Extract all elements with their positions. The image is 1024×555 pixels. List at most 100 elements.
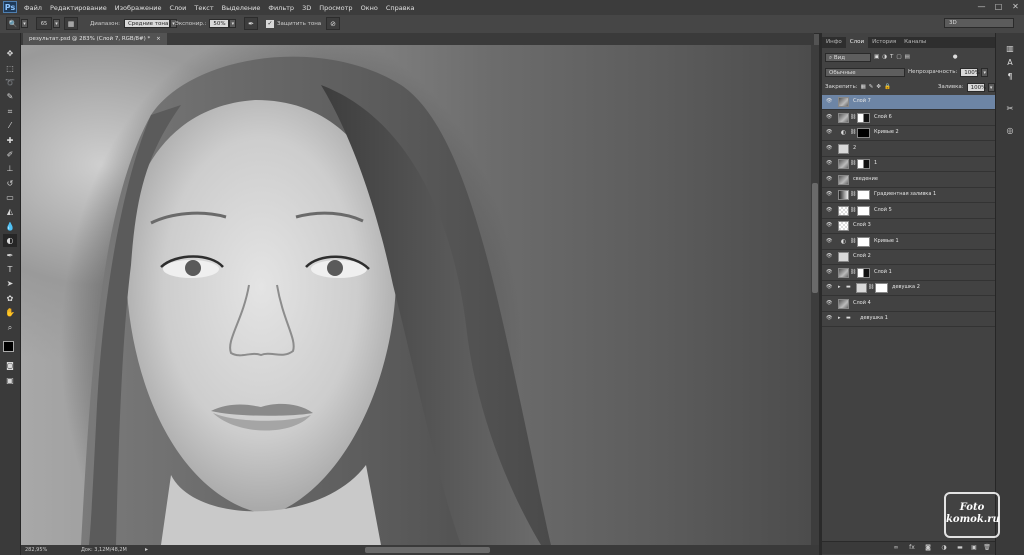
blend-mode-select[interactable]: Обычные [825, 67, 905, 77]
layer-mask-thumbnail[interactable] [857, 112, 870, 123]
visibility-eye-icon[interactable]: 👁 [826, 130, 832, 135]
paint-bucket-tool-icon[interactable]: ◭ [3, 205, 17, 218]
airbrush-icon[interactable]: ✒ [244, 17, 258, 30]
menu-item[interactable]: Изображение [115, 4, 162, 12]
layer-thumbnail[interactable] [838, 159, 849, 169]
mask-link-icon[interactable]: ⛓ [850, 192, 856, 197]
layer-row[interactable]: 👁 Слой 4 [822, 297, 995, 312]
layer-name[interactable]: Слой 7 [853, 98, 871, 104]
lock-paint-icon[interactable]: ✎ [869, 84, 874, 90]
visibility-eye-icon[interactable]: 👁 [826, 176, 832, 182]
minimize-button[interactable]: — [977, 2, 986, 11]
range-select[interactable]: Средние тона [123, 19, 170, 28]
mask-link-icon[interactable]: ⛓ [850, 207, 856, 213]
path-select-tool-icon[interactable]: ➤ [3, 277, 17, 290]
layer-thumbnail[interactable] [838, 190, 849, 200]
tool-preset-dropdown[interactable]: ▾ [21, 19, 28, 28]
tool-preset-dodge-icon[interactable]: 🔍 [6, 17, 20, 30]
hand-tool-icon[interactable]: ✋ [3, 306, 17, 319]
layer-thumbnail[interactable] [838, 221, 849, 231]
layer-name[interactable]: девушка 2 [892, 284, 920, 290]
layer-mask-thumbnail[interactable] [857, 236, 870, 247]
zoom-level[interactable]: 282,95% [25, 545, 47, 555]
type-tool-icon[interactable]: T [3, 263, 17, 276]
quick-mask-icon[interactable]: ◙ [3, 359, 17, 372]
panel-tab[interactable]: Слои [845, 37, 869, 48]
layer-name[interactable]: Слой 3 [853, 222, 871, 228]
layer-name[interactable]: Слой 2 [853, 253, 871, 259]
move-tool-icon[interactable]: ✥ [3, 47, 17, 60]
layer-name[interactable]: 2 [853, 145, 856, 151]
workspace-select[interactable]: 3D [944, 18, 1014, 28]
menu-item[interactable]: Фильтр [268, 4, 294, 12]
opacity-input[interactable]: 100% [960, 67, 980, 77]
mask-link-icon[interactable]: ⛓ [850, 130, 856, 135]
filter-kind-select[interactable]: ⌕ Вид [825, 52, 871, 62]
lock-move-icon[interactable]: ✥ [876, 84, 881, 90]
layer-name[interactable]: 1 [874, 160, 877, 166]
fill-dropdown-icon[interactable]: ▾ [987, 82, 995, 92]
visibility-eye-icon[interactable]: 👁 [826, 285, 832, 290]
pen-tool-icon[interactable]: ✒ [3, 249, 17, 262]
filter-type-icon[interactable]: T [890, 54, 893, 60]
horizontal-scroll-thumb[interactable] [365, 547, 490, 553]
panel-tab[interactable]: Каналы [900, 37, 930, 48]
layer-row[interactable]: 👁 Слой 7 [822, 95, 995, 110]
layer-thumbnail[interactable] [838, 112, 849, 123]
layer-mask-thumbnail[interactable] [857, 159, 870, 169]
eyedropper-tool-icon[interactable]: ⁄ [3, 119, 17, 132]
layer-row[interactable]: 👁 ▸ ▬ девушка 1 [822, 312, 995, 327]
menu-item[interactable]: Текст [194, 4, 213, 12]
visibility-eye-icon[interactable]: 👁 [826, 99, 832, 104]
filter-shape-icon[interactable]: ▢ [896, 54, 901, 60]
protect-tones-checkbox[interactable]: ✓ [266, 19, 274, 28]
pressure-icon[interactable]: ⊘ [326, 17, 340, 30]
layer-row[interactable]: 👁 сведение [822, 173, 995, 188]
layer-name[interactable]: Кривые 2 [874, 129, 899, 135]
menu-item[interactable]: Редактирование [50, 4, 107, 12]
panel-tab[interactable]: История [868, 37, 900, 48]
menu-item[interactable]: Выделение [222, 4, 261, 12]
document-canvas[interactable] [21, 45, 811, 545]
layer-name[interactable]: девушка 1 [860, 315, 888, 321]
menu-item[interactable]: Справка [386, 4, 415, 12]
filter-toggle-icon[interactable]: ● [953, 54, 958, 60]
screen-mode-icon[interactable]: ▣ [3, 374, 17, 387]
layer-thumbnail[interactable] [838, 97, 849, 107]
exposure-input[interactable]: 50% [209, 19, 230, 28]
visibility-eye-icon[interactable]: 👁 [826, 238, 832, 244]
lock-all-icon[interactable]: 🔒 [884, 84, 891, 90]
shape-tool-icon[interactable]: ✿ [3, 292, 17, 305]
menu-item[interactable]: Просмотр [319, 4, 352, 12]
mask-link-icon[interactable]: ⛓ [850, 269, 856, 275]
marquee-tool-icon[interactable]: ⬚ [3, 62, 17, 75]
layer-name[interactable]: Кривые 1 [874, 238, 899, 244]
layer-thumbnail[interactable] [838, 267, 849, 278]
layer-row[interactable]: 👁 ⛓ Слой 5 [822, 204, 995, 219]
visibility-eye-icon[interactable]: 👁 [826, 254, 832, 259]
layer-row[interactable]: 👁 ⛓ Слой 1 [822, 266, 995, 281]
mask-link-icon[interactable]: ⛓ [850, 161, 856, 166]
layer-row[interactable]: 👁 Слой 3 [822, 219, 995, 234]
lock-transparent-icon[interactable]: ▦ [861, 84, 866, 90]
layer-row[interactable]: 👁 2 [822, 142, 995, 157]
brush-size-dropdown[interactable]: ▾ [53, 19, 60, 28]
layer-mask-thumbnail[interactable] [857, 190, 870, 200]
layer-mask-thumbnail[interactable] [857, 128, 870, 138]
fill-input[interactable]: 100% [966, 82, 986, 92]
document-tab[interactable]: результат.psd @ 283% (Слой 7, RGB/8#) * … [23, 33, 167, 45]
visibility-eye-icon[interactable]: 👁 [826, 161, 832, 166]
vertical-scroll-thumb[interactable] [812, 183, 818, 293]
filter-adjust-icon[interactable]: ◑ [882, 54, 887, 60]
layer-thumbnail[interactable] [838, 298, 849, 309]
layer-row[interactable]: 👁 Слой 2 [822, 250, 995, 265]
layer-row[interactable]: 👁 ⛓ 1 [822, 157, 995, 172]
foreground-color-swatch[interactable] [3, 341, 14, 352]
layer-thumbnail[interactable] [838, 143, 849, 154]
history-brush-tool-icon[interactable]: ↺ [3, 177, 17, 190]
layer-style-icon[interactable]: fx [908, 544, 916, 552]
zoom-tool-icon[interactable]: ⌕ [3, 321, 17, 334]
visibility-eye-icon[interactable]: 👁 [826, 207, 832, 213]
layer-thumbnail[interactable] [856, 283, 867, 293]
mask-link-icon[interactable]: ⛓ [850, 238, 856, 244]
